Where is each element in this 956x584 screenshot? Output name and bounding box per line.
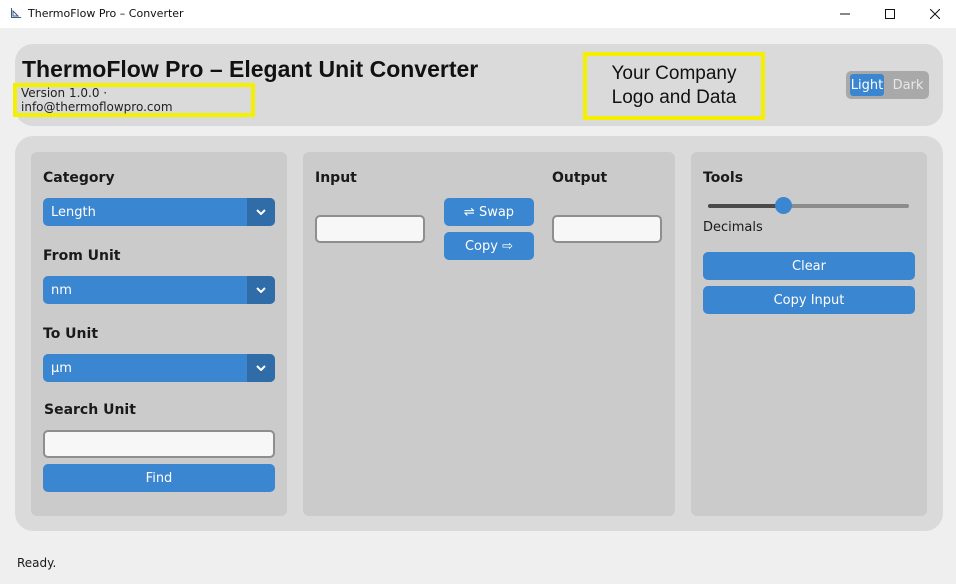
- tools-label: Tools: [703, 170, 744, 186]
- find-button[interactable]: Find: [43, 464, 275, 492]
- decimals-label: Decimals: [703, 220, 763, 235]
- status-text: Ready.: [17, 556, 57, 570]
- to-unit-select[interactable]: µm: [43, 354, 275, 382]
- window-titlebar: ThermoFlow Pro – Converter: [0, 0, 956, 28]
- search-unit-label: Search Unit: [44, 402, 136, 418]
- search-unit-input[interactable]: [43, 430, 275, 458]
- company-logo-placeholder: Your Company Logo and Data: [583, 52, 765, 120]
- input-value-field[interactable]: [315, 215, 425, 243]
- decimals-slider-fill: [708, 204, 784, 208]
- close-icon[interactable]: [912, 0, 956, 28]
- category-select-value: Length: [51, 204, 96, 220]
- maximize-icon[interactable]: [867, 0, 913, 28]
- to-unit-label: To Unit: [43, 326, 99, 342]
- company-logo-text: Your Company Logo and Data: [611, 63, 737, 108]
- chevron-down-icon[interactable]: [247, 276, 275, 304]
- app-icon: [11, 8, 21, 18]
- decimals-slider-track[interactable]: [708, 204, 909, 208]
- output-label: Output: [552, 170, 608, 186]
- from-unit-select-value: nm: [51, 282, 72, 298]
- copy-output-button[interactable]: Copy ⇨: [444, 232, 534, 260]
- window-title: ThermoFlow Pro – Converter: [28, 7, 184, 20]
- copy-input-button[interactable]: Copy Input: [703, 286, 915, 314]
- decimals-slider-handle[interactable]: [775, 197, 792, 214]
- output-value-field[interactable]: [552, 215, 662, 243]
- from-unit-label: From Unit: [43, 248, 121, 264]
- clear-button[interactable]: Clear: [703, 252, 915, 280]
- version-info: Version 1.0.0 · info@thermoflowpro.com: [21, 86, 173, 114]
- from-unit-select[interactable]: nm: [43, 276, 275, 304]
- theme-dark-button[interactable]: Dark: [890, 74, 926, 96]
- category-label: Category: [43, 170, 115, 186]
- version-info-box: Version 1.0.0 · info@thermoflowpro.com: [13, 83, 255, 117]
- input-label: Input: [315, 170, 357, 186]
- theme-light-button[interactable]: Light: [850, 74, 884, 96]
- page-title: ThermoFlow Pro – Elegant Unit Converter: [22, 56, 479, 82]
- swap-button[interactable]: ⇌ Swap: [444, 198, 534, 226]
- chevron-down-icon[interactable]: [247, 354, 275, 382]
- theme-toggle: Light Dark: [846, 71, 929, 99]
- chevron-down-icon[interactable]: [247, 198, 275, 226]
- to-unit-select-value: µm: [51, 360, 72, 376]
- minimize-icon[interactable]: [822, 0, 868, 28]
- category-select[interactable]: Length: [43, 198, 275, 226]
